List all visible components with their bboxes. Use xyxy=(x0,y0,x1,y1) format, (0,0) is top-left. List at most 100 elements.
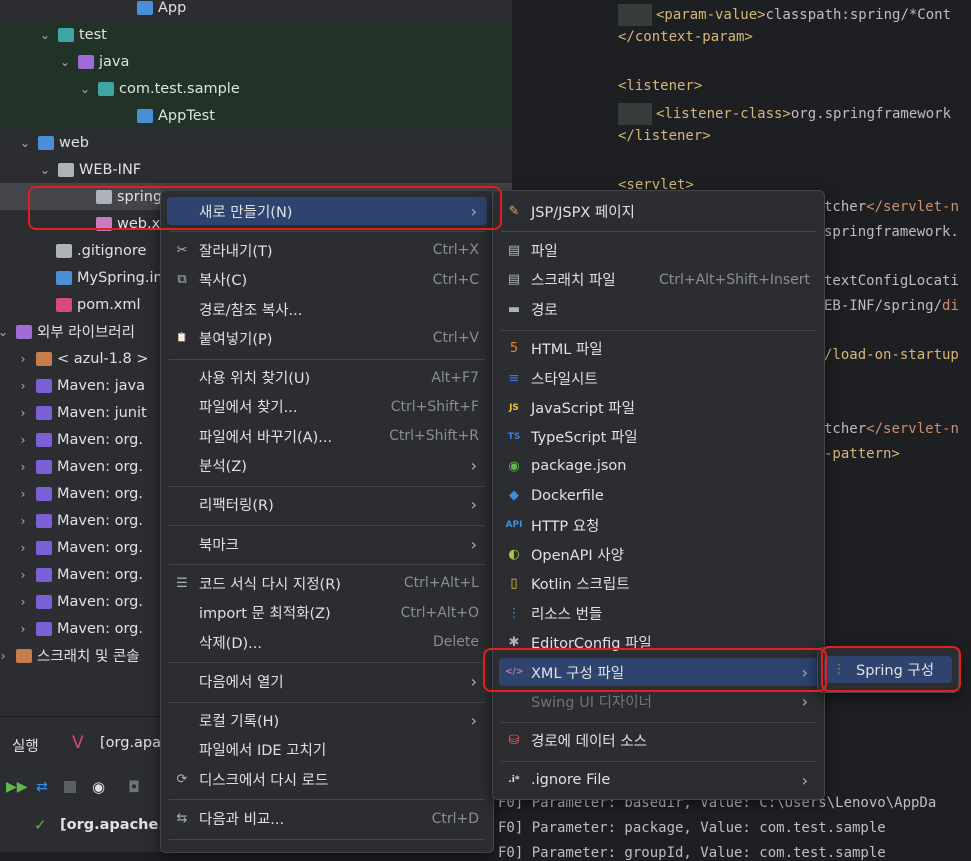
menu-item-shortcut: Ctrl+Alt+L xyxy=(403,575,479,592)
menu-item[interactable]: 📋 붙여넣기(P) Ctrl+V xyxy=(167,324,487,352)
menu-item[interactable]: 리팩터링(R) › xyxy=(167,491,487,519)
menu-item[interactable]: ▤ 파일 xyxy=(499,236,818,264)
menu-item[interactable]: ⟳ 디스크에서 다시 로드 xyxy=(167,765,487,793)
menu-item[interactable]: ⧉ 복사(C) Ctrl+C xyxy=(167,266,487,294)
tree-item[interactable]: AppTest xyxy=(0,102,512,129)
menu-item-label: 스크래치 파일 xyxy=(531,273,616,290)
menu-item[interactable]: ✂ 잘라내기(T) Ctrl+X xyxy=(167,236,487,264)
rerun-icon[interactable]: ▶▶ xyxy=(6,779,28,795)
tree-item-label: MySpring.im xyxy=(77,269,168,286)
menu-item[interactable]: 5 HTML 파일 xyxy=(499,335,818,363)
chevron-right-icon[interactable]: › xyxy=(16,514,30,528)
chevron-right-icon[interactable]: › xyxy=(16,379,30,393)
menu-item[interactable]: JS JavaScript 파일 xyxy=(499,393,818,421)
chevron-right-icon[interactable]: › xyxy=(16,406,30,420)
menu-item-label: .ignore File xyxy=(531,772,611,789)
tree-item-label: 외부 라이브러리 xyxy=(37,325,135,341)
chevron-down-icon[interactable]: ⌄ xyxy=(0,325,10,339)
menu-item[interactable]: 파일에서 바꾸기(A)... Ctrl+Shift+R xyxy=(167,422,487,450)
menu-item-label: TypeScript 파일 xyxy=(531,430,638,447)
chevron-right-icon[interactable]: › xyxy=(16,595,30,609)
menu-item[interactable]: 로컬 기록(H) › xyxy=(167,707,487,735)
chevron-right-icon[interactable]: › xyxy=(16,622,30,636)
menu-item-icon: JS xyxy=(509,402,519,413)
run-tab[interactable]: 실행 xyxy=(12,735,39,756)
chevron-down-icon[interactable]: ⌄ xyxy=(18,136,32,150)
menu-item[interactable]: .i* .ignore File › xyxy=(499,766,818,794)
menu-item[interactable]: 파일에서 찾기... Ctrl+Shift+F xyxy=(167,393,487,421)
run-result[interactable]: [org.apache. xyxy=(60,817,164,833)
menu-item[interactable]: 다음에서 열기 › xyxy=(167,667,487,695)
menu-item[interactable]: ✎ JSP/JSPX 페이지 xyxy=(499,197,818,225)
menu-item[interactable]: import 문 최적화(Z) Ctrl+Alt+O xyxy=(167,599,487,627)
tree-item[interactable]: ⌄ WEB-INF xyxy=(0,156,512,183)
menu-item-label: HTTP 요청 xyxy=(531,518,600,535)
menu-separator xyxy=(501,761,816,763)
menu-item[interactable]: ≡ 스타일시트 xyxy=(499,364,818,392)
file-icon xyxy=(16,324,32,339)
menu-item-label: 복사(C) xyxy=(199,273,248,290)
chevron-down-icon[interactable]: ⌄ xyxy=(38,28,52,42)
chevron-right-icon[interactable]: › xyxy=(16,433,30,447)
tree-item-label: AppTest xyxy=(158,107,215,124)
file-icon xyxy=(36,378,52,393)
menu-item-shortcut: Ctrl+Shift+F xyxy=(390,398,479,415)
toggle-icon[interactable]: ⇄ xyxy=(36,779,48,795)
menu-item[interactable]: ⛁ 경로에 데이터 소스 xyxy=(499,727,818,755)
menu-item-label: 파일에서 IDE 고치기 xyxy=(199,743,327,760)
menu-item-icon: .i* xyxy=(508,775,520,786)
menu-item[interactable]: ▬ 경로 xyxy=(499,295,818,323)
menu-item[interactable]: ⇆ 다음과 비교... Ctrl+D xyxy=(167,804,487,832)
menu-item[interactable]: ▯ Kotlin 스크립트 xyxy=(499,570,818,598)
eye-icon[interactable]: ◉ xyxy=(92,778,105,796)
camera-icon[interactable]: ◘ xyxy=(128,778,140,796)
menu-item-label: 다음에서 열기 xyxy=(199,674,284,691)
run-config-tab[interactable]: [org.apa xyxy=(100,735,161,751)
menu-item-label: 파일 xyxy=(531,244,558,261)
tree-item[interactable]: App xyxy=(0,0,512,21)
chevron-down-icon[interactable]: ⌄ xyxy=(78,82,92,96)
menu-item[interactable]: 분석(Z) › xyxy=(167,451,487,479)
stop-icon[interactable] xyxy=(64,781,76,793)
menu-item[interactable]: 삭제(D)... Delete xyxy=(167,628,487,656)
menu-item[interactable]: 사용 위치 찾기(U) Alt+F7 xyxy=(167,364,487,392)
file-icon xyxy=(36,621,52,636)
file-icon xyxy=(56,243,72,258)
menu-item[interactable]: ◆ Dockerfile xyxy=(499,482,818,510)
menu-item[interactable]: ◉ package.json xyxy=(499,452,818,480)
chevron-down-icon[interactable]: ⌄ xyxy=(58,55,72,69)
chevron-right-icon: › xyxy=(470,711,477,731)
menu-item[interactable]: 파일에서 IDE 고치기 xyxy=(167,736,487,764)
chevron-right-icon[interactable]: › xyxy=(16,568,30,582)
chevron-right-icon[interactable]: › xyxy=(16,352,30,366)
console-line: F0] Parameter: groupId, Value: com.test.… xyxy=(498,845,886,861)
code-line: <listener> xyxy=(618,78,702,94)
tree-item[interactable]: ⌄ web xyxy=(0,129,512,156)
tree-item[interactable]: ⌄ java xyxy=(0,48,512,75)
menu-item-label: 사용 위치 찾기(U) xyxy=(199,371,311,388)
menu-item[interactable]: 경로/참조 복사... xyxy=(167,295,487,323)
tree-item-label: Maven: org. xyxy=(57,512,143,529)
chevron-right-icon[interactable]: › xyxy=(0,649,10,663)
menu-item[interactable]: ◐ OpenAPI 사양 xyxy=(499,540,818,568)
xml-text: tcher xyxy=(824,199,867,215)
tree-item-label: 스크래치 및 콘솔 xyxy=(37,649,140,665)
menu-item[interactable]: TS TypeScript 파일 xyxy=(499,423,818,451)
menu-item[interactable]: 북마크 › xyxy=(167,530,487,558)
tree-item-label: < azul-1.8 > xyxy=(57,350,149,367)
menu-item[interactable]: ⋮ 리소스 번들 xyxy=(499,599,818,627)
menu-item-icon: ⇆ xyxy=(176,811,188,827)
chevron-down-icon[interactable]: ⌄ xyxy=(38,163,52,177)
xml-text: textConfigLocati xyxy=(824,273,959,290)
chevron-right-icon[interactable]: › xyxy=(16,460,30,474)
chevron-right-icon[interactable]: › xyxy=(16,487,30,501)
menu-item-icon: ≡ xyxy=(508,370,520,386)
menu-item[interactable]: ☰ 코드 서식 다시 지정(R) Ctrl+Alt+L xyxy=(167,569,487,597)
code-fragment: tcher</servlet-n xyxy=(824,421,959,437)
tree-item[interactable]: ⌄ com.test.sample xyxy=(0,75,512,102)
chevron-right-icon[interactable]: › xyxy=(16,541,30,555)
file-icon xyxy=(36,486,52,501)
menu-item[interactable]: API HTTP 요청 xyxy=(499,511,818,539)
menu-item[interactable]: ▤ 스크래치 파일 Ctrl+Alt+Shift+Insert xyxy=(499,266,818,294)
tree-item[interactable]: ⌄ test xyxy=(0,21,512,48)
